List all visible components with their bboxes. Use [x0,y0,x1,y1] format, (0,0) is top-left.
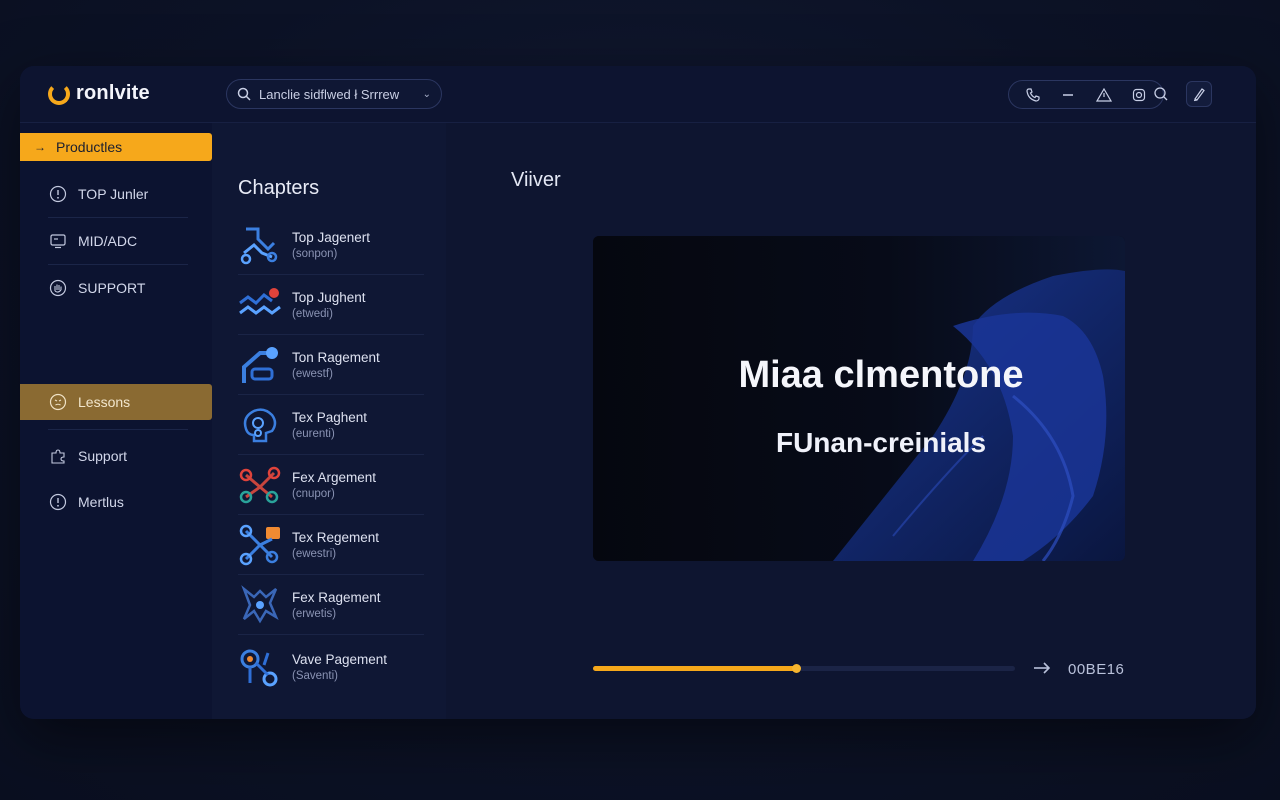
chevron-down-icon[interactable]: ⌄ [423,89,431,100]
sidebar-item-label: Support [78,448,128,464]
video-headline: Miaa clmentone [738,354,1024,396]
brand[interactable]: ronlvite [48,82,150,105]
route-icon [240,227,278,264]
toolbar-group [1008,80,1164,109]
viewer-panel: Viiver Miaa clmentone FUnan-creinials 00… [446,123,1256,719]
sidebar-item-label: Lessons [78,394,131,410]
top-bar: ronlvite Lanclie sidflwed ł Srrrew ⌄ [20,66,1256,123]
hand-icon [48,278,68,298]
chapters-title: Chapters [238,177,320,199]
search-box[interactable]: Lanclie sidflwed ł Srrrew ⌄ [226,79,442,109]
link-icon [240,649,278,687]
pen-icon[interactable] [1186,81,1212,107]
chapter-item[interactable]: Top Jughent (etwedi) [238,275,424,335]
monitor-icon [48,231,68,251]
user-icon[interactable] [1148,81,1174,107]
chapter-subtitle: (erwetis) [292,607,337,620]
sidebar-item-productles[interactable]: → Productles [20,133,212,161]
arm-icon [242,346,278,383]
chapter-title: Tex Regement [292,529,380,545]
warning-icon[interactable] [1094,85,1114,105]
sidebar-item-label: SUPPORT [78,280,146,296]
chapter-subtitle: (Saventi) [292,670,339,682]
search-icon [237,87,251,101]
search-text: Lanclie sidflwed ł Srrrew [259,86,400,102]
divider [48,217,188,218]
sidebar-item-label: TOP Junler [78,186,149,202]
wave-icon [239,287,281,315]
chapter-subtitle: (eurenti) [292,427,335,440]
progress-time: 00BE16 [1068,661,1125,678]
flow-icon [239,524,280,565]
chapter-subtitle: (sonpon) [292,247,338,260]
progress-handle[interactable] [791,664,801,673]
puzzle-icon [48,446,68,466]
viewer-title: Viiver [511,169,561,191]
sidebar-item-mertlus[interactable]: Mertlus [20,484,212,520]
info-icon [48,492,68,512]
minus-icon[interactable] [1058,85,1078,105]
chapter-subtitle: (etwedi) [292,307,333,320]
progress-fill [593,666,796,671]
info-icon [48,184,68,204]
chapter-subtitle: (cnupor) [292,487,335,500]
chapter-title: Fex Argement [292,469,377,485]
face-icon [48,392,68,412]
chapters-panel: Chapters Top Jagenert (sonpon) Top Jughe… [212,123,446,719]
sidebar-item-support-caps[interactable]: SUPPORT [20,270,212,306]
chapter-title: Vave Pagement [292,652,388,667]
chapter-title: Fex Ragement [292,589,381,605]
video-thumbnail [593,236,1125,561]
chapter-subtitle: (ewestf) [292,367,333,380]
chapter-item[interactable]: Fex Argement (cnupor) [238,455,424,515]
video-subtitle: FUnan-creinials [775,427,987,458]
chapter-title: Top Jagenert [292,229,371,245]
chapter-item[interactable]: Fex Ragement (erwetis) [238,575,424,635]
sidebar-item-label: MID/ADC [78,233,138,249]
clock-icon[interactable] [1129,85,1149,105]
cross-icon [241,584,279,623]
chapter-title: Tex Paghent [292,409,368,425]
video-player[interactable]: Miaa clmentone FUnan-creinials [593,236,1125,561]
brain-icon [243,407,277,442]
arrow-right-icon: → [34,140,46,154]
brand-logo-icon [48,82,70,105]
arrow-right-icon[interactable] [1032,659,1052,677]
sidebar-item-lessons[interactable]: Lessons [20,384,212,420]
network-icon [239,466,281,503]
sidebar-item-top-junler[interactable]: TOP Junler [20,176,212,212]
divider [48,264,188,265]
sidebar-item-label: Productles [56,139,123,155]
brand-name: ronlvite [76,82,150,104]
chapter-item[interactable]: Tex Paghent (eurenti) [238,395,424,455]
progress-bar[interactable] [593,664,1015,673]
chapter-title: Top Jughent [292,289,366,305]
sidebar-item-mid-adc[interactable]: MID/ADC [20,223,212,259]
chapter-item[interactable]: Vave Pagement (Saventi) [238,637,424,697]
app-window: ronlvite Lanclie sidflwed ł Srrrew ⌄ → P… [20,66,1256,719]
phone-icon[interactable] [1023,85,1043,105]
sidebar-item-label: Mertlus [78,494,124,510]
sidebar: → Productles TOP Junler MID/ADC SUPPORT [20,123,212,719]
chapter-subtitle: (ewestri) [292,547,337,560]
chapter-item[interactable]: Top Jagenert (sonpon) [238,215,424,275]
sidebar-item-support[interactable]: Support [20,438,212,474]
chapter-item[interactable]: Ton Ragement (ewestf) [238,335,424,395]
chapter-item[interactable]: Tex Regement (ewestri) [238,515,424,575]
divider [48,429,188,430]
chapter-title: Ton Ragement [292,349,380,365]
